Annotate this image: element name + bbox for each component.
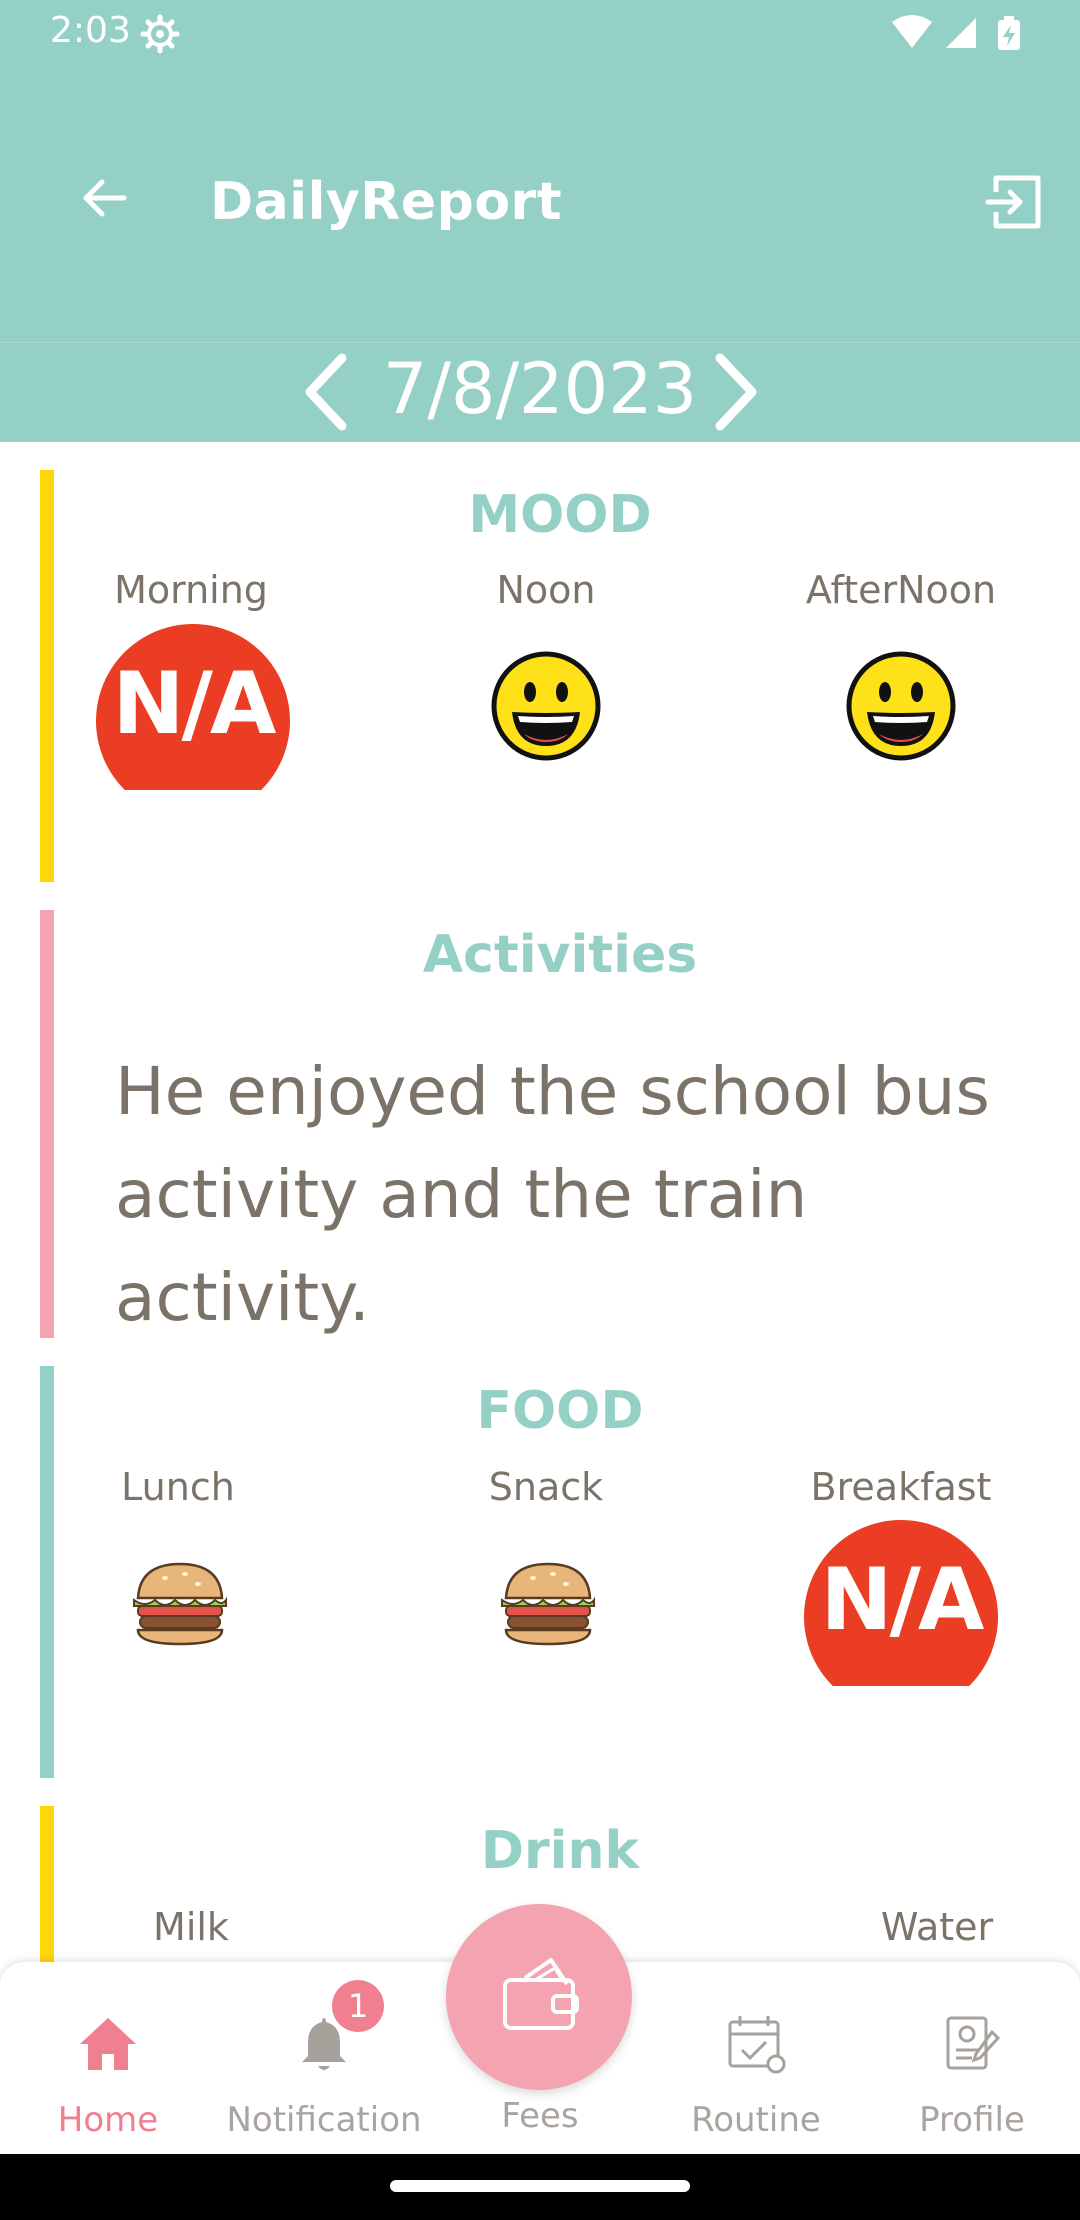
battery-charging-icon [998, 16, 1020, 50]
mood-label-noon: Noon [496, 568, 596, 612]
nav-home[interactable]: Home [0, 1962, 216, 2154]
nav-profile[interactable]: Profile [864, 1962, 1080, 2154]
activities-description: He enjoyed the school bus activity and t… [115, 1053, 990, 1336]
status-time: 2:03 [50, 10, 131, 51]
wifi-icon [892, 15, 932, 48]
page-title: DailyReport [210, 172, 563, 232]
mood-label-morning: Morning [114, 568, 268, 612]
chevron-left-icon[interactable] [290, 350, 360, 434]
nav-fees-label: Fees [501, 2096, 579, 2136]
food-breakfast-na-icon: N/A [804, 1520, 998, 1686]
hamburger-icon [133, 1562, 227, 1646]
food-label-lunch: Lunch [121, 1465, 235, 1509]
mood-title: MOOD [468, 485, 652, 545]
notification-badge: 1 [332, 1980, 384, 2032]
food-label-breakfast: Breakfast [810, 1465, 992, 1509]
selected-date: 7/8/2023 [382, 348, 698, 430]
nav-notification-label: Notification [226, 2100, 422, 2140]
nav-home-label: Home [57, 2100, 159, 2140]
profile-document-icon [946, 2016, 1001, 2070]
food-title: FOOD [476, 1381, 644, 1441]
nav-profile-label: Profile [919, 2100, 1025, 2140]
grinning-face-icon [491, 651, 601, 761]
drink-label-milk: Milk [153, 1905, 229, 1949]
status-icons [892, 15, 1020, 50]
nav-routine-label: Routine [691, 2100, 821, 2140]
mood-morning-na-icon: N/A [96, 624, 290, 790]
logout-icon[interactable] [982, 170, 1046, 234]
home-gesture-pill[interactable] [390, 2180, 690, 2192]
settings-gear-icon [140, 14, 180, 54]
food-label-snack: Snack [488, 1465, 604, 1509]
home-icon [80, 2018, 136, 2070]
chevron-right-icon[interactable] [702, 350, 772, 434]
back-arrow-icon[interactable] [78, 170, 134, 226]
grinning-face-icon [846, 651, 956, 761]
wallet-icon [503, 1958, 579, 2030]
mood-label-afternoon: AfterNoon [805, 568, 997, 612]
cell-signal-icon [946, 18, 976, 48]
calendar-icon [728, 2016, 786, 2074]
activities-title: Activities [422, 925, 698, 985]
nav-routine[interactable]: Routine [648, 1962, 864, 2154]
status-bar: 2:03 [0, 0, 1080, 66]
drink-label-water: Water [880, 1905, 994, 1949]
nav-notification[interactable]: Notification [216, 1962, 432, 2154]
hamburger-icon [501, 1562, 595, 1646]
drink-title: Drink [480, 1821, 640, 1881]
fees-fab-button[interactable] [446, 1904, 632, 2090]
